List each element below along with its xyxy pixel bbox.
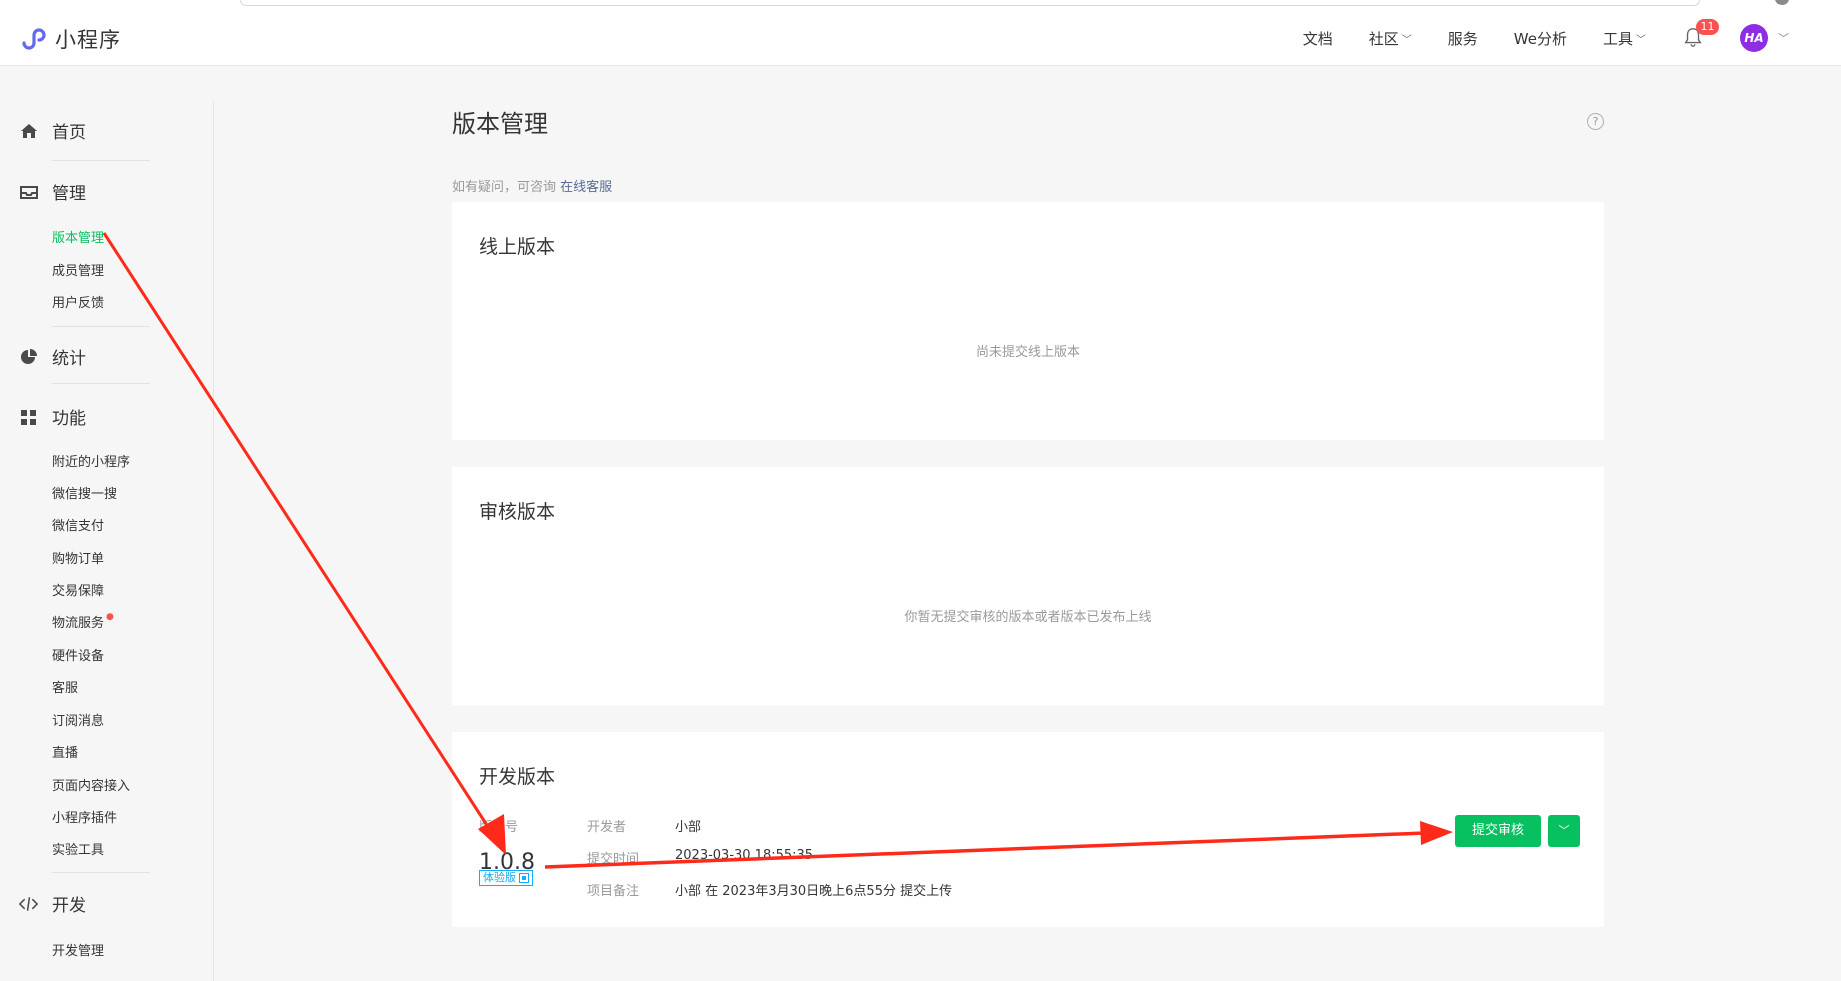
nav-tools-label: 工具 bbox=[1602, 29, 1633, 48]
sidebar-item-plugins[interactable]: 小程序插件 bbox=[52, 807, 117, 826]
sidebar-item-develop[interactable]: 开发 bbox=[18, 891, 86, 916]
trial-version-tag[interactable]: 体验版 bbox=[479, 870, 533, 886]
sidebar-label-features: 功能 bbox=[52, 409, 86, 429]
avatar[interactable]: HA bbox=[1740, 24, 1768, 52]
project-note-value: 小部 在 2023年3月30日晚上6点55分 提交上传 bbox=[675, 884, 953, 899]
inbox-icon bbox=[18, 181, 39, 202]
sidebar-item-features[interactable]: 功能 bbox=[18, 404, 86, 429]
notification-badge: 11 bbox=[1696, 19, 1719, 35]
sidebar-item-live[interactable]: 直播 bbox=[52, 742, 78, 761]
new-dot-icon: ● bbox=[106, 612, 114, 622]
top-nav: 文档 社区 ﹀ 服务 We分析 工具 ﹀ 11 HA ﹀ bbox=[1267, 10, 1789, 66]
sidebar-item-lab-tools[interactable]: 实验工具 bbox=[52, 839, 104, 858]
sidebar-label-home: 首页 bbox=[52, 123, 86, 143]
chevron-down-icon[interactable]: ﹀ bbox=[1778, 30, 1789, 46]
sidebar-item-home[interactable]: 首页 bbox=[18, 118, 86, 143]
help-hint: 如有疑问，可咨询 在线客服 bbox=[452, 176, 612, 195]
browser-strip bbox=[0, 0, 1841, 10]
card-title: 审核版本 bbox=[479, 501, 556, 523]
chevron-down-icon: ﹀ bbox=[1558, 824, 1570, 837]
nav-we-analytics-label: We分析 bbox=[1513, 29, 1567, 48]
empty-state-text: 尚未提交线上版本 bbox=[975, 345, 1080, 360]
online-support-link[interactable]: 在线客服 bbox=[560, 180, 612, 195]
trial-tag-label: 体验版 bbox=[483, 871, 516, 884]
project-note-label: 项目备注 bbox=[587, 884, 640, 899]
sidebar-label-manage: 管理 bbox=[52, 184, 86, 204]
dev-version-card: 开发版本 版本号 1.0.8 体验版 开发者 小部 提交时间 2023-03-3… bbox=[452, 732, 1604, 927]
qrcode-icon bbox=[519, 873, 529, 883]
nav-we-analytics[interactable]: We分析 bbox=[1514, 28, 1567, 49]
sidebar-item-logistics-label: 物流服务 bbox=[52, 616, 105, 631]
sidebar-item-hardware[interactable]: 硬件设备 bbox=[52, 645, 104, 664]
sidebar-item-subscribe-message[interactable]: 订阅消息 bbox=[52, 710, 104, 729]
address-bar-edge bbox=[240, 0, 1700, 6]
empty-state-text: 你暂无提交审核的版本或者版本已发布上线 bbox=[904, 610, 1152, 625]
sidebar-item-wechat-pay[interactable]: 微信支付 bbox=[52, 515, 104, 534]
grid-icon bbox=[18, 406, 39, 427]
sidebar-label-develop: 开发 bbox=[52, 896, 86, 916]
sidebar-item-orders[interactable]: 购物订单 bbox=[52, 548, 104, 567]
brand-logo[interactable]: 小程序 bbox=[18, 24, 121, 54]
chevron-down-icon: ﹀ bbox=[1636, 34, 1646, 46]
divider bbox=[52, 326, 150, 327]
question-circle-icon[interactable]: ? bbox=[1587, 113, 1604, 130]
sidebar-item-user-feedback[interactable]: 用户反馈 bbox=[52, 292, 104, 311]
sidebar-label-stats: 统计 bbox=[52, 349, 86, 369]
sidebar-item-logistics[interactable]: 物流服务 ● bbox=[52, 612, 114, 631]
sidebar-item-member-manage[interactable]: 成员管理 bbox=[52, 260, 104, 279]
sidebar: 首页 管理 版本管理 成员管理 用户反馈 统计 功能 附近的小程序 微信搜一搜 … bbox=[0, 67, 214, 981]
nav-docs[interactable]: 文档 bbox=[1303, 28, 1333, 49]
nav-tools[interactable]: 工具 ﹀ bbox=[1603, 28, 1646, 49]
sidebar-divider bbox=[213, 101, 214, 981]
submit-time-label: 提交时间 bbox=[587, 852, 640, 867]
developer-value: 小部 bbox=[675, 820, 702, 835]
sidebar-item-stats[interactable]: 统计 bbox=[18, 344, 86, 369]
pie-chart-icon bbox=[18, 346, 39, 367]
nav-services-label: 服务 bbox=[1447, 29, 1478, 48]
code-icon bbox=[18, 893, 39, 914]
divider bbox=[52, 383, 150, 384]
sidebar-item-wechat-search[interactable]: 微信搜一搜 bbox=[52, 483, 117, 502]
nav-docs-label: 文档 bbox=[1302, 29, 1333, 48]
chevron-down-icon: ﹀ bbox=[1401, 34, 1412, 46]
notification-button[interactable]: 11 bbox=[1682, 19, 1719, 50]
card-title: 线上版本 bbox=[479, 236, 556, 258]
brand-name: 小程序 bbox=[55, 28, 121, 52]
hint-text: 如有疑问，可咨询 bbox=[452, 180, 557, 195]
divider bbox=[52, 160, 150, 161]
sidebar-item-manage[interactable]: 管理 bbox=[18, 179, 86, 204]
online-version-card: 线上版本 尚未提交线上版本 bbox=[452, 202, 1604, 440]
card-title: 开发版本 bbox=[479, 766, 556, 788]
sidebar-item-nearby[interactable]: 附近的小程序 bbox=[52, 451, 130, 470]
submit-review-button[interactable]: 提交审核 bbox=[1455, 815, 1541, 847]
submit-time-value: 2023-03-30 18:55:35 bbox=[675, 848, 814, 863]
page-title: 版本管理 bbox=[452, 110, 548, 138]
miniprogram-logo-icon bbox=[22, 28, 46, 50]
sidebar-item-trade-guarantee[interactable]: 交易保障 bbox=[52, 580, 104, 599]
version-label: 版本号 bbox=[479, 820, 519, 835]
nav-services[interactable]: 服务 bbox=[1448, 28, 1478, 49]
sidebar-item-dev-manage[interactable]: 开发管理 bbox=[52, 940, 104, 959]
divider bbox=[52, 872, 150, 873]
review-version-card: 审核版本 你暂无提交审核的版本或者版本已发布上线 bbox=[452, 467, 1604, 705]
more-actions-button[interactable]: ﹀ bbox=[1548, 815, 1580, 847]
home-icon bbox=[18, 120, 39, 141]
sidebar-item-customer-service[interactable]: 客服 bbox=[52, 677, 78, 696]
nav-community[interactable]: 社区 ﹀ bbox=[1369, 28, 1412, 49]
sidebar-item-version-manage[interactable]: 版本管理 bbox=[52, 227, 104, 246]
developer-label: 开发者 bbox=[587, 820, 627, 835]
top-header: 小程序 文档 社区 ﹀ 服务 We分析 工具 ﹀ 11 HA ﹀ bbox=[0, 10, 1841, 66]
sidebar-item-page-content[interactable]: 页面内容接入 bbox=[52, 775, 130, 794]
profile-icon bbox=[1775, 0, 1789, 5]
nav-community-label: 社区 bbox=[1368, 29, 1399, 48]
